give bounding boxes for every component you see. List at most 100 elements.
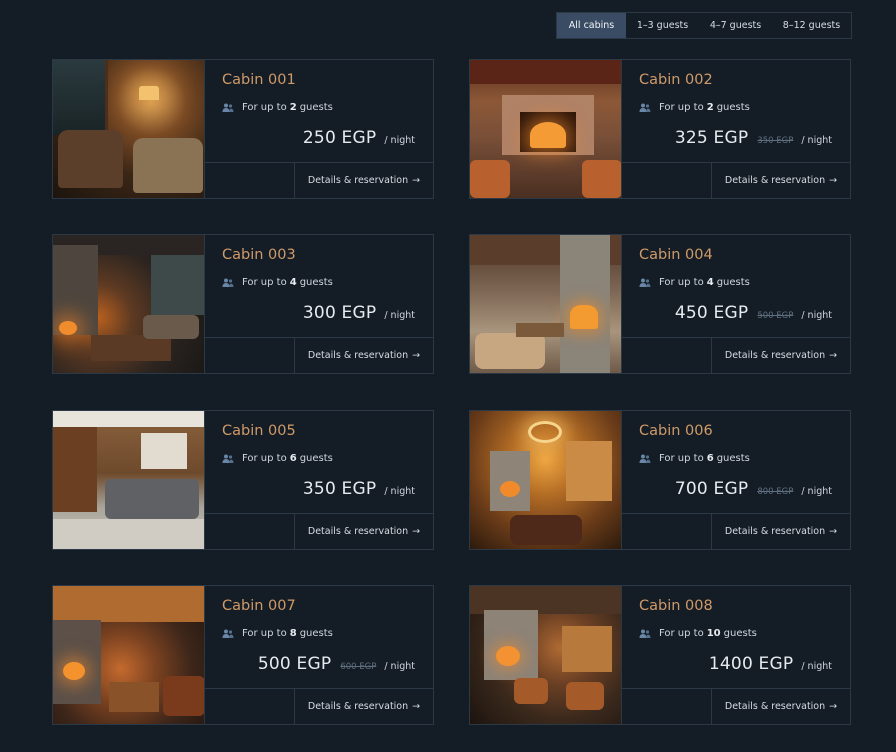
guest-capacity: For up to 4 guests: [222, 277, 333, 288]
details-label: Details & reservation: [307, 175, 409, 186]
guest-count: 6: [706, 453, 714, 464]
guest-count: 2: [289, 102, 297, 113]
per-night-label: / night: [384, 310, 415, 321]
guests-prefix: For up to: [242, 277, 287, 288]
price-row: 500 EGP 600 EGP / night: [258, 654, 415, 674]
guest-capacity: For up to 2 guests: [222, 102, 333, 113]
original-price: 350 EGP: [757, 136, 794, 146]
cabin-card: Cabin 004 For up to 4 guests 450 EGP 500…: [469, 234, 851, 374]
arrow-right-icon: →: [412, 350, 421, 361]
card-footer: Details & reservation →: [205, 688, 433, 724]
details-reservation-link[interactable]: Details & reservation →: [711, 338, 850, 373]
arrow-right-icon: →: [829, 526, 838, 537]
details-reservation-link[interactable]: Details & reservation →: [294, 163, 433, 198]
cabin-name: Cabin 001: [222, 72, 296, 88]
guest-capacity: For up to 10 guests: [639, 628, 757, 639]
details-label: Details & reservation: [724, 350, 826, 361]
cabin-name: Cabin 004: [639, 247, 713, 263]
details-reservation-link[interactable]: Details & reservation →: [711, 163, 850, 198]
per-night-label: / night: [801, 310, 832, 321]
card-footer: Details & reservation →: [205, 513, 433, 549]
details-label: Details & reservation: [307, 350, 409, 361]
per-night-label: / night: [384, 135, 415, 146]
details-reservation-link[interactable]: Details & reservation →: [294, 689, 433, 724]
guests-prefix: For up to: [659, 277, 704, 288]
guest-capacity: For up to 4 guests: [639, 277, 750, 288]
per-night-label: / night: [801, 135, 832, 146]
guests-prefix: For up to: [659, 628, 704, 639]
guest-capacity: For up to 6 guests: [222, 453, 333, 464]
original-price: 800 EGP: [757, 487, 794, 497]
price: 300 EGP: [302, 303, 377, 323]
filter-all-cabins[interactable]: All cabins: [557, 13, 626, 38]
price-row: 700 EGP 800 EGP / night: [675, 479, 832, 499]
filter-4-7-guests[interactable]: 4–7 guests: [699, 13, 772, 38]
guest-count: 6: [289, 453, 297, 464]
cabin-card: Cabin 002 For up to 2 guests 325 EGP 350…: [469, 59, 851, 199]
filter-1-3-guests[interactable]: 1–3 guests: [626, 13, 699, 38]
guest-count: 10: [706, 628, 721, 639]
cabin-photo[interactable]: [470, 235, 622, 373]
details-reservation-link[interactable]: Details & reservation →: [294, 338, 433, 373]
card-footer: Details & reservation →: [205, 337, 433, 373]
guests-prefix: For up to: [659, 453, 704, 464]
users-icon: [222, 278, 234, 288]
details-label: Details & reservation: [724, 701, 826, 712]
price: 1400 EGP: [708, 654, 794, 674]
details-label: Details & reservation: [307, 701, 409, 712]
price-row: 1400 EGP / night: [709, 654, 832, 674]
per-night-label: / night: [384, 661, 415, 672]
guest-capacity: For up to 6 guests: [639, 453, 750, 464]
details-label: Details & reservation: [724, 175, 826, 186]
price: 450 EGP: [674, 303, 749, 323]
guests-suffix: guests: [299, 628, 333, 639]
filter-8-12-guests[interactable]: 8–12 guests: [772, 13, 851, 38]
arrow-right-icon: →: [829, 175, 838, 186]
price-row: 325 EGP 350 EGP / night: [675, 128, 832, 148]
guest-filter: All cabins 1–3 guests 4–7 guests 8–12 gu…: [556, 12, 852, 39]
price: 350 EGP: [302, 479, 377, 499]
card-footer: Details & reservation →: [622, 337, 850, 373]
guests-suffix: guests: [723, 628, 757, 639]
cabin-name: Cabin 006: [639, 423, 713, 439]
price: 325 EGP: [674, 128, 749, 148]
guests-prefix: For up to: [242, 453, 287, 464]
guest-capacity: For up to 2 guests: [639, 102, 750, 113]
guests-prefix: For up to: [659, 102, 704, 113]
price: 500 EGP: [257, 654, 332, 674]
users-icon: [222, 629, 234, 639]
per-night-label: / night: [801, 661, 832, 672]
cabin-photo[interactable]: [470, 411, 622, 549]
cabin-photo[interactable]: [53, 411, 205, 549]
cabin-card: Cabin 006 For up to 6 guests 700 EGP 800…: [469, 410, 851, 550]
arrow-right-icon: →: [829, 701, 838, 712]
guests-suffix: guests: [299, 277, 333, 288]
details-reservation-link[interactable]: Details & reservation →: [711, 514, 850, 549]
arrow-right-icon: →: [412, 175, 421, 186]
details-reservation-link[interactable]: Details & reservation →: [294, 514, 433, 549]
price: 700 EGP: [674, 479, 749, 499]
price-row: 250 EGP / night: [303, 128, 415, 148]
guest-count: 4: [289, 277, 297, 288]
cabin-photo[interactable]: [53, 60, 205, 198]
guests-suffix: guests: [716, 453, 750, 464]
users-icon: [639, 629, 651, 639]
card-footer: Details & reservation →: [622, 688, 850, 724]
cabin-name: Cabin 003: [222, 247, 296, 263]
cabin-photo[interactable]: [53, 235, 205, 373]
users-icon: [639, 454, 651, 464]
card-footer: Details & reservation →: [622, 513, 850, 549]
cabin-photo[interactable]: [470, 60, 622, 198]
original-price: 500 EGP: [757, 311, 794, 321]
details-reservation-link[interactable]: Details & reservation →: [711, 689, 850, 724]
cabin-photo[interactable]: [470, 586, 622, 724]
cabin-name: Cabin 008: [639, 598, 713, 614]
users-icon: [639, 278, 651, 288]
original-price: 600 EGP: [340, 662, 377, 672]
guests-suffix: guests: [299, 453, 333, 464]
cabin-name: Cabin 005: [222, 423, 296, 439]
details-label: Details & reservation: [724, 526, 826, 537]
guests-suffix: guests: [716, 277, 750, 288]
cabin-photo[interactable]: [53, 586, 205, 724]
guests-suffix: guests: [716, 102, 750, 113]
